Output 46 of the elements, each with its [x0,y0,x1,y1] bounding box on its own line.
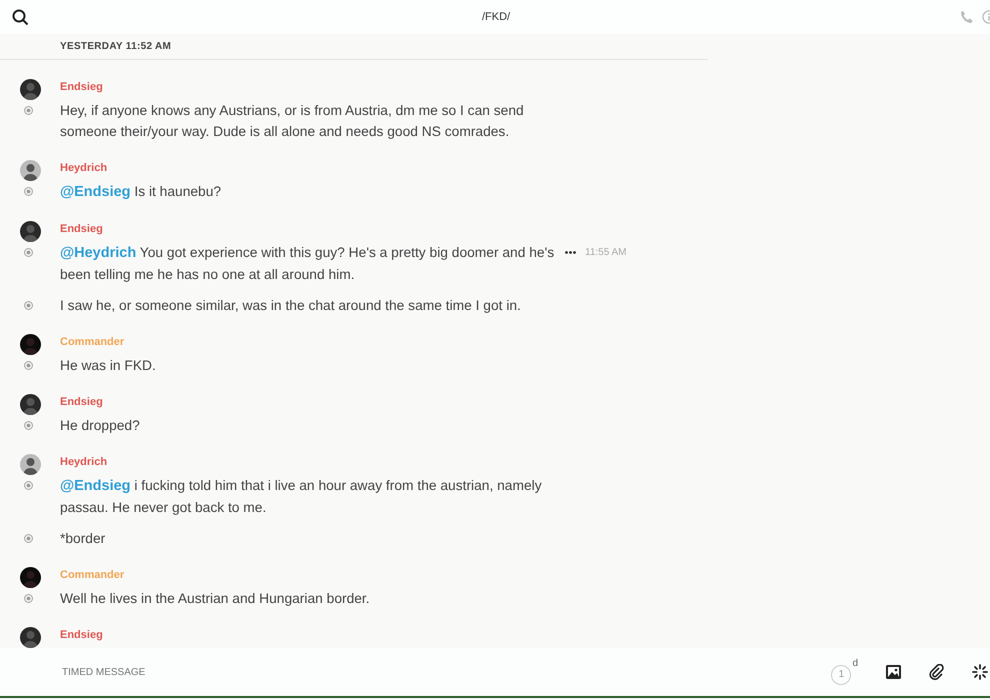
read-receipt-icon [24,361,33,370]
mention-link[interactable]: @Endsieg [60,184,131,200]
message-text: Well he lives in the Austrian and Hungarian border. [60,590,371,608]
image-icon[interactable] [886,665,901,679]
author-name[interactable]: Endsieg [60,395,555,411]
message-text: Hey, if anyone knows any Austrians, or is from Austria, dm me so I can send someone their/your way. Dude is all alone and needs good NS comrades. [60,102,525,141]
author-name[interactable]: Endsieg [60,222,555,238]
mention-link[interactable]: @Heydrich [60,245,136,261]
date-divider: YESTERDAY 11:52 AM [60,40,172,54]
message-text: @Endsieg Is it haunebu? [60,183,222,202]
avatar[interactable] [20,79,40,100]
message-text: *border [60,530,106,548]
message-text: He was in FKD. [60,357,157,375]
avatar[interactable] [20,454,40,475]
message-time: 11:55 AM [585,246,627,260]
message-input[interactable]: TIMED MESSAGE [60,664,660,680]
avatar[interactable] [20,221,40,242]
read-receipt-icon [24,106,33,115]
read-receipt-icon [24,248,33,257]
author-name[interactable]: Endsieg [60,628,103,644]
message-text: @Endsieg i fucking told him that i live an hour away from the austrian, namely passau. He never got back to me. [60,477,543,517]
message-text: I saw he, or someone similar, was in the chat around the same time I got in. [60,297,522,315]
message-text: @Heydrich You got experience with this guy? He's a pretty big doomer and he's been telling me he has no one at all around him. [60,244,555,284]
avatar[interactable] [20,567,40,588]
message-text: He dropped? [60,417,141,435]
avatar[interactable] [20,394,40,415]
author-name[interactable]: Commander [60,568,555,584]
author-name[interactable]: Commander [60,335,555,351]
author-name[interactable]: Heydrich [60,455,555,471]
read-receipt-icon [24,481,33,490]
read-receipt-icon [24,301,33,310]
read-receipt-icon [24,187,33,196]
spinner-icon[interactable] [972,664,988,680]
chat-title: /FKD/ [482,10,510,25]
mention-link[interactable]: @Endsieg [60,478,131,494]
search-icon[interactable] [12,8,29,26]
read-receipt-icon [24,594,33,603]
avatar[interactable] [20,334,40,355]
author-name[interactable]: Endsieg [60,80,555,96]
author-name[interactable]: Heydrich [60,161,555,177]
read-receipt-icon [24,421,33,430]
more-icon[interactable] [565,251,576,254]
paperclip-icon[interactable] [929,664,944,680]
avatar[interactable] [20,627,40,648]
read-receipt-icon [24,534,33,543]
avatar[interactable] [20,160,40,181]
